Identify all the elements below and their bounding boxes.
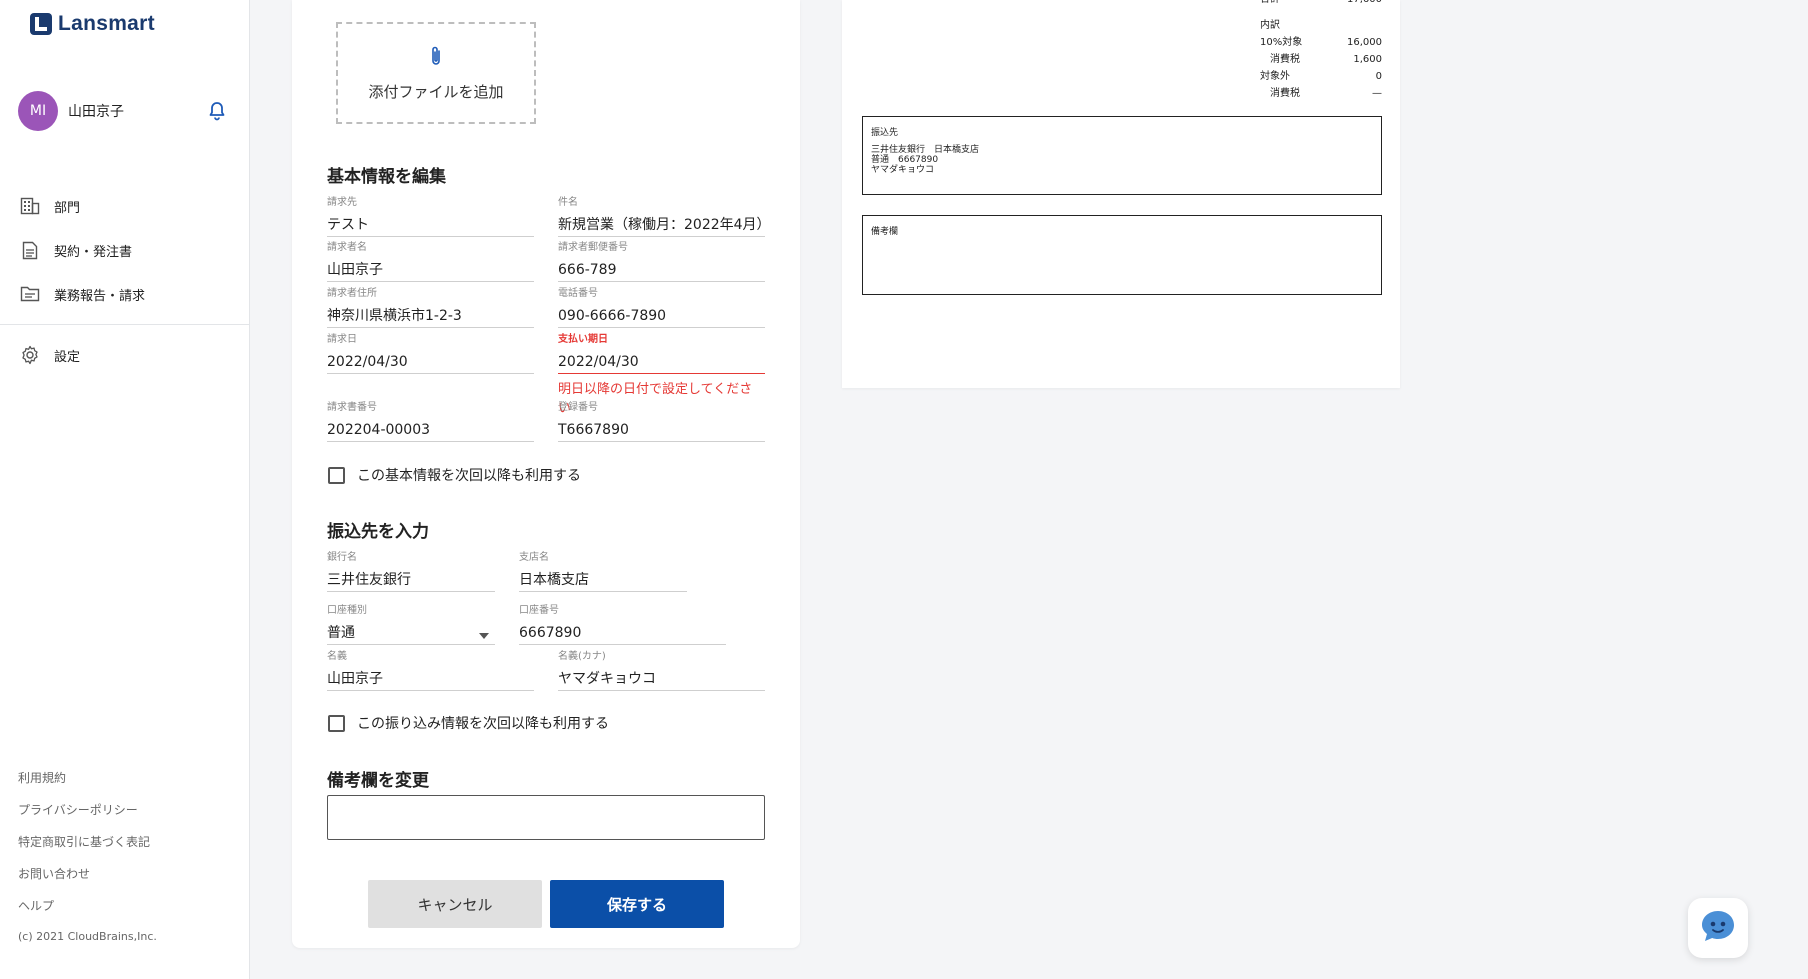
reg-no-input[interactable]: T6667890 xyxy=(558,418,765,442)
account-type-select[interactable]: 普通 xyxy=(327,621,495,645)
nav-label: 契約・発注書 xyxy=(54,244,133,260)
breakdown-row: 対象外 0 xyxy=(1260,71,1382,82)
breakdown-label: 内訳 xyxy=(1260,20,1280,31)
footer-link-help[interactable]: ヘルプ xyxy=(18,896,157,928)
breakdown-row: 消費税 1,600 xyxy=(1270,54,1382,65)
document-icon xyxy=(20,240,40,260)
holder-field[interactable]: 名義 山田京子 xyxy=(327,647,534,691)
checkbox-box[interactable] xyxy=(328,714,345,732)
account-no-input[interactable]: 6667890 xyxy=(519,621,726,645)
footer-link-contact[interactable]: お問い合わせ xyxy=(18,864,157,896)
nav-item-reports[interactable]: 業務報告・請求 xyxy=(0,272,250,316)
nav-label: 業務報告・請求 xyxy=(54,288,146,304)
account-no-field[interactable]: 口座番号 6667890 xyxy=(519,601,726,645)
brand-name: Lansmart xyxy=(58,12,155,35)
issuer-name-field[interactable]: 請求者名 山田京子 xyxy=(327,238,534,282)
reg-no-field[interactable]: 登録番号 T6667890 xyxy=(558,398,765,442)
nav-label: 設定 xyxy=(54,349,81,365)
phone-field[interactable]: 電話番号 090-6666-7890 xyxy=(558,284,765,328)
breakdown-row: 10%対象 16,000 xyxy=(1260,37,1382,48)
footer-links: 利用規約 プライバシーポリシー 特定商取引に基づく表記 お問い合わせ ヘルプ (… xyxy=(18,768,157,943)
preview-remarks-box: 備考欄 xyxy=(862,215,1382,295)
totals-table: 合計 17,600 内訳 10%対象 16,000 消費税 1,600 対象外 … xyxy=(1260,0,1382,102)
chevron-down-icon[interactable] xyxy=(479,633,489,639)
remarks-textarea[interactable] xyxy=(327,795,765,840)
bill-to-input[interactable]: テスト xyxy=(327,213,534,237)
remarks-title: 備考欄を変更 xyxy=(327,771,429,791)
logo-mark-icon xyxy=(30,13,52,35)
chat-support-button[interactable] xyxy=(1688,898,1748,958)
gear-icon xyxy=(20,345,40,365)
paperclip-icon xyxy=(430,45,442,71)
footer-link-terms[interactable]: 利用規約 xyxy=(18,768,157,800)
footer-link-commerce[interactable]: 特定商取引に基づく表記 xyxy=(18,832,157,864)
preview-transfer-details: 三井住友銀行 日本橋支店 普通 6667890 ヤマダキョウコ xyxy=(871,145,980,175)
due-date-input[interactable]: 2022/04/30 xyxy=(558,350,765,374)
issuer-name-input[interactable]: 山田京子 xyxy=(327,258,534,282)
invoice-no-field[interactable]: 請求書番号 202204-00003 xyxy=(327,398,534,442)
bill-date-input[interactable]: 2022/04/30 xyxy=(327,350,534,374)
nav-label: 部門 xyxy=(54,200,81,216)
bell-icon[interactable] xyxy=(206,100,228,122)
nav-item-contracts[interactable]: 契約・発注書 xyxy=(0,228,250,272)
reuse-basic-checkbox[interactable]: この基本情報を次回以降も利用する xyxy=(328,465,581,485)
nav-item-settings[interactable]: 設定 xyxy=(0,333,250,377)
address-input[interactable]: 神奈川県横浜市1-2-3 xyxy=(327,304,534,328)
phone-input[interactable]: 090-6666-7890 xyxy=(558,304,765,328)
reuse-bank-checkbox[interactable]: この振り込み情報を次回以降も利用する xyxy=(328,713,609,733)
user-block: MI 山田京子 xyxy=(18,91,228,131)
avatar[interactable]: MI xyxy=(18,91,58,131)
subject-input[interactable]: 新規営業（稼働月：2022年4月） xyxy=(558,213,771,237)
bill-date-field[interactable]: 請求日 2022/04/30 xyxy=(327,330,534,374)
nav-divider xyxy=(0,324,250,325)
folder-icon xyxy=(20,284,40,304)
save-button[interactable]: 保存する xyxy=(550,880,724,928)
user-name: 山田京子 xyxy=(68,104,124,120)
attach-file-button[interactable]: 添付ファイルを追加 xyxy=(336,22,536,124)
nav-item-departments[interactable]: 部門 xyxy=(0,184,250,228)
breakdown-row: 消費税 — xyxy=(1270,88,1382,99)
preview-transfer-box: 振込先 三井住友銀行 日本橋支店 普通 6667890 ヤマダキョウコ xyxy=(862,116,1382,195)
postal-field[interactable]: 請求者郵便番号 666-789 xyxy=(558,238,765,282)
bank-name-input[interactable]: 三井住友銀行 xyxy=(327,568,495,592)
subject-field[interactable]: 件名 新規営業（稼働月：2022年4月） xyxy=(558,193,771,237)
attach-label: 添付ファイルを追加 xyxy=(368,82,504,101)
brand-logo[interactable]: Lansmart xyxy=(30,12,155,36)
holder-input[interactable]: 山田京子 xyxy=(327,667,534,691)
checkbox-label: この基本情報を次回以降も利用する xyxy=(357,468,581,484)
main-nav: 部門 契約・発注書 業務報告・請求 設定 xyxy=(0,184,250,377)
basic-info-title: 基本情報を編集 xyxy=(327,167,446,187)
postal-input[interactable]: 666-789 xyxy=(558,258,765,282)
preview-transfer-title: 振込先 xyxy=(871,128,899,138)
bank-name-field[interactable]: 銀行名 三井住友銀行 xyxy=(327,548,495,592)
invoice-edit-form: 添付ファイルを追加 基本情報を編集 請求先 テスト 件名 新規営業（稼働月：20… xyxy=(292,0,800,948)
footer-link-privacy[interactable]: プライバシーポリシー xyxy=(18,800,157,832)
branch-input[interactable]: 日本橋支店 xyxy=(519,568,687,592)
preview-remarks-title: 備考欄 xyxy=(871,227,899,237)
holder-kana-field[interactable]: 名義(カナ) ヤマダキョウコ xyxy=(558,647,765,691)
total-row: 合計 17,600 xyxy=(1260,0,1382,8)
holder-kana-input[interactable]: ヤマダキョウコ xyxy=(558,667,765,691)
copyright: (c) 2021 CloudBrains,Inc. xyxy=(18,930,157,943)
address-field[interactable]: 請求者住所 神奈川県横浜市1-2-3 xyxy=(327,284,534,328)
invoice-preview: 合計 17,600 内訳 10%対象 16,000 消費税 1,600 対象外 … xyxy=(842,0,1400,388)
cancel-button[interactable]: キャンセル xyxy=(368,880,542,928)
branch-field[interactable]: 支店名 日本橋支店 xyxy=(519,548,687,592)
invoice-no-input[interactable]: 202204-00003 xyxy=(327,418,534,442)
checkbox-label: この振り込み情報を次回以降も利用する xyxy=(357,716,609,732)
sidebar: Lansmart MI 山田京子 部門 契約・発注書 業務報告・請求 設定 利用… xyxy=(0,0,250,979)
bank-info-title: 振込先を入力 xyxy=(327,522,429,542)
account-type-field[interactable]: 口座種別 普通 xyxy=(327,601,495,645)
bill-to-field[interactable]: 請求先 テスト xyxy=(327,193,534,237)
building-icon xyxy=(20,196,40,216)
checkbox-box[interactable] xyxy=(328,466,345,484)
chat-bot-icon xyxy=(1699,908,1737,948)
